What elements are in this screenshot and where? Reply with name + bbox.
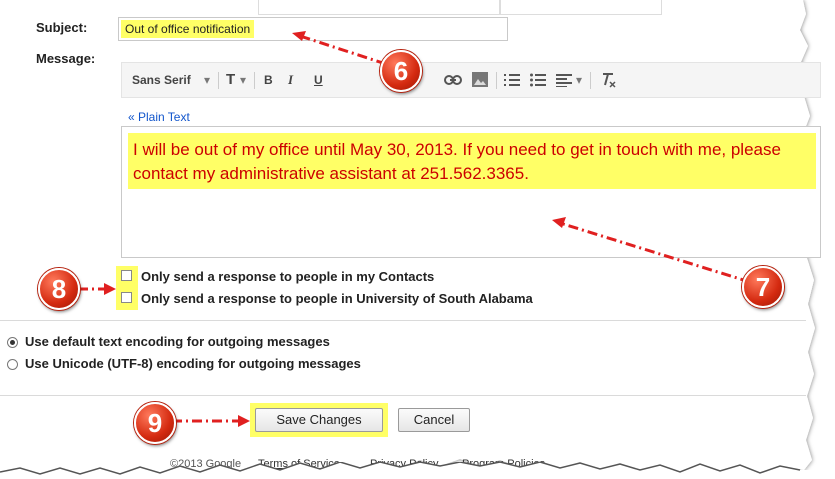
callout-9-badge: 9 [134,402,176,444]
arrowhead-6 [292,31,306,41]
callout-6-badge: 6 [380,50,422,92]
arrowhead-9 [238,415,250,427]
arrowhead-7 [552,217,566,228]
arrow-7 [559,221,751,284]
arrow-6 [299,34,387,66]
callout-7-badge: 7 [742,266,784,308]
arrowhead-8 [104,283,116,295]
callout-8-badge: 8 [38,268,80,310]
